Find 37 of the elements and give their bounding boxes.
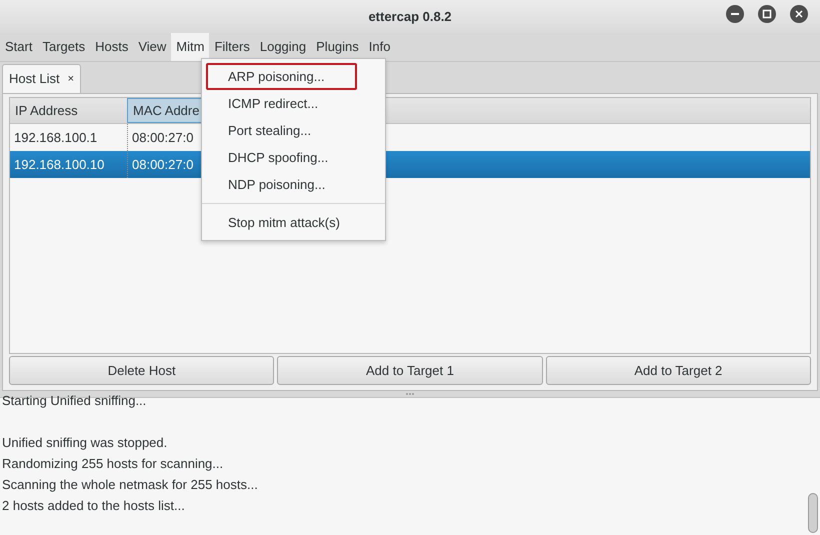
splitter-grip-icon[interactable]: [406, 392, 414, 396]
menu-item[interactable]: ICMP redirect...: [206, 90, 381, 117]
scrollbar-thumb[interactable]: [808, 493, 818, 533]
menu-item[interactable]: Logging: [254, 33, 312, 61]
log-line: Scanning the whole netmask for 255 hosts...: [2, 477, 258, 492]
table-cell-text: 08:00:27:0: [132, 128, 194, 147]
menu-item[interactable]: Info: [364, 33, 396, 61]
menu-item[interactable]: Mitm: [171, 33, 210, 61]
minimize-button[interactable]: [726, 5, 744, 23]
close-icon: [794, 9, 804, 19]
table-cell-text: 08:00:27:0: [132, 156, 194, 174]
window-title: ettercap 0.8.2: [368, 8, 452, 26]
menu-item[interactable]: ARP poisoning...: [206, 63, 357, 90]
log-line: Starting Unified sniffing...: [2, 393, 146, 408]
log-line: Unified sniffing was stopped.: [2, 435, 168, 450]
table-cell-text: 192.168.100.1: [14, 128, 98, 147]
close-button[interactable]: [790, 5, 808, 23]
table-cell-text: 192.168.100.10: [14, 156, 104, 174]
menu-item[interactable]: Plugins: [311, 33, 364, 61]
maximize-button[interactable]: [758, 5, 776, 23]
maximize-icon: [762, 9, 772, 19]
action-button[interactable]: Delete Host: [9, 356, 274, 385]
menu-item[interactable]: View: [133, 33, 172, 61]
menu-item[interactable]: Hosts: [90, 33, 134, 61]
tab-close-button[interactable]: ×: [68, 70, 74, 88]
menu-item[interactable]: Targets: [37, 33, 90, 61]
column-header[interactable]: IP Address: [10, 98, 127, 123]
log-line: 2 hosts added to the hosts list...: [2, 498, 185, 513]
action-button[interactable]: Add to Target 1: [277, 356, 543, 385]
menu-item[interactable]: Start: [0, 33, 38, 61]
log-line: Randomizing 255 hosts for scanning...: [2, 456, 224, 471]
tab[interactable]: Host List ×: [2, 64, 82, 93]
tab-label: Host List: [9, 70, 60, 88]
menu-item[interactable]: Filters: [209, 33, 255, 61]
menu-item[interactable]: Port stealing...: [206, 117, 381, 144]
action-button[interactable]: Add to Target 2: [546, 356, 811, 385]
menu-item[interactable]: Stop mitm attack(s): [206, 209, 381, 236]
